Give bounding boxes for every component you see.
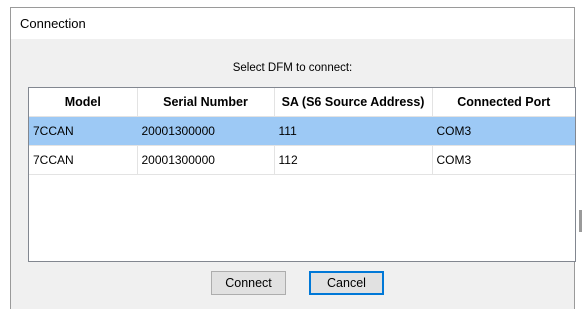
cell-connected-port: COM3 [432, 116, 575, 146]
window-edge-marker [579, 210, 582, 232]
column-header-serial-number[interactable]: Serial Number [137, 88, 275, 117]
button-bar: Connect Cancel [11, 271, 574, 297]
title-bar[interactable]: Connection [11, 8, 574, 39]
cell-model: 7CCAN [29, 145, 138, 175]
select-dfm-prompt: Select DFM to connect: [232, 62, 353, 74]
table-row[interactable]: 7CCAN 20001300000 112 COM3 [29, 145, 575, 175]
cell-source-address: 111 [274, 116, 433, 146]
cell-source-address: 112 [274, 145, 433, 175]
dfm-table: Model Serial Number SA (S6 Source Addres… [29, 88, 575, 175]
cell-connected-port: COM3 [432, 145, 575, 175]
column-header-model[interactable]: Model [29, 88, 138, 117]
dialog-title: Connection [20, 16, 86, 31]
connection-dialog: Connection Select DFM to connect: Model … [10, 7, 576, 309]
table-header: Model Serial Number SA (S6 Source Addres… [29, 88, 575, 117]
table-row[interactable]: 7CCAN 20001300000 111 COM3 [29, 116, 575, 146]
dfm-list: Model Serial Number SA (S6 Source Addres… [28, 87, 576, 262]
column-header-connected-port[interactable]: Connected Port [432, 88, 575, 117]
cell-serial-number: 20001300000 [137, 116, 275, 146]
cell-model: 7CCAN [29, 116, 138, 146]
cancel-button[interactable]: Cancel [309, 271, 384, 295]
connect-button[interactable]: Connect [211, 271, 286, 295]
cell-serial-number: 20001300000 [137, 145, 275, 175]
column-header-source-address[interactable]: SA (S6 Source Address) [274, 88, 433, 117]
